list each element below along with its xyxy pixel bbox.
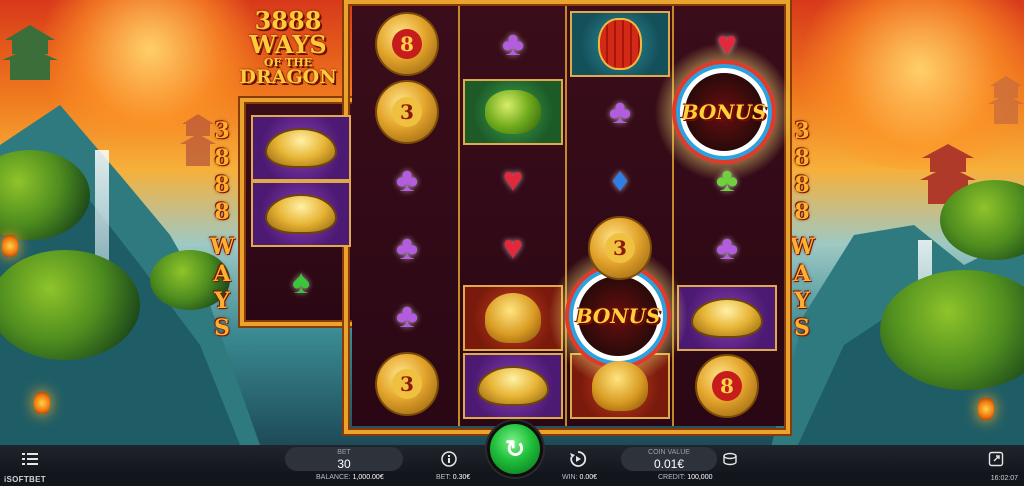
spade-icon: ♠ bbox=[291, 263, 311, 301]
total-bet-value: 0.30€ bbox=[452, 474, 471, 481]
gold-ingot-icon bbox=[477, 366, 549, 406]
gold-ingot-icon bbox=[691, 298, 763, 338]
pagoda-right-far bbox=[988, 76, 1024, 124]
bet-value: 30 bbox=[337, 457, 351, 471]
bet-display: BET: 0.30€ bbox=[436, 474, 471, 481]
menu-icon bbox=[22, 453, 38, 465]
turtle-icon bbox=[485, 293, 541, 343]
red-lantern-icon bbox=[598, 18, 642, 70]
turtle-icon bbox=[592, 361, 648, 411]
lantern bbox=[978, 398, 994, 420]
symbol-heart: ♥ bbox=[460, 146, 566, 214]
symbol-club: ♣ bbox=[674, 214, 780, 282]
club-icon: ♣ bbox=[395, 297, 419, 335]
coin-value-label: COIN VALUE bbox=[648, 449, 690, 456]
symbol-heart: ♥ bbox=[460, 214, 566, 282]
bonus-label: BONUS bbox=[681, 100, 767, 124]
symbol-coin-3: 3 bbox=[354, 350, 460, 418]
info-button[interactable] bbox=[437, 447, 461, 471]
clock: 16:02:07 bbox=[990, 475, 1018, 482]
symbol-gold-ingot bbox=[248, 114, 354, 182]
lantern bbox=[2, 235, 18, 257]
info-icon bbox=[441, 451, 457, 467]
symbol-coin-8: 8 bbox=[354, 10, 460, 78]
bet-label: BET bbox=[337, 449, 351, 456]
coin-icon: 3 bbox=[375, 80, 439, 144]
symbol-gold-ingot bbox=[460, 352, 566, 420]
logo-line-4: DRAGON bbox=[239, 66, 337, 88]
symbol-lantern bbox=[567, 10, 673, 78]
coin-icon: 3 bbox=[375, 352, 439, 416]
coin-stack-button[interactable] bbox=[718, 447, 742, 471]
club-icon: ♣ bbox=[608, 93, 632, 131]
symbol-club: ♣ bbox=[460, 10, 566, 78]
coin-stack-icon bbox=[723, 452, 737, 466]
balance-display: BALANCE: 1,000.00€ bbox=[316, 474, 384, 481]
coin-value: 0.01€ bbox=[653, 457, 685, 471]
symbol-gold-ingot bbox=[248, 180, 354, 248]
logo-line-2: WAYS bbox=[249, 30, 327, 59]
gold-ingot-icon bbox=[265, 128, 337, 168]
credit-value: 100,000 bbox=[687, 474, 713, 481]
club-icon: ♣ bbox=[395, 161, 419, 199]
symbol-spade: ♠ bbox=[248, 248, 354, 316]
win-display: WIN: 0.00€ bbox=[562, 474, 598, 481]
symbol-gold-ingot bbox=[674, 284, 780, 352]
gold-ingot-icon bbox=[265, 194, 337, 234]
club-icon: ♣ bbox=[395, 229, 419, 267]
menu-button[interactable] bbox=[18, 447, 42, 471]
autoplay-button[interactable] bbox=[566, 447, 590, 471]
club-icon: ♣ bbox=[715, 161, 739, 199]
credit-display: CREDIT: 100,000 bbox=[658, 474, 713, 481]
coin-icon: 3 bbox=[588, 216, 652, 280]
bet-selector[interactable]: BET 30 bbox=[285, 447, 403, 471]
lantern bbox=[34, 392, 50, 414]
side-text-right: 3888 WAYS bbox=[790, 118, 815, 341]
diamond-icon: ♦ bbox=[611, 161, 629, 199]
spin-icon: ↻ bbox=[504, 435, 526, 463]
bonus-label: BONUS bbox=[575, 304, 661, 328]
autoplay-icon bbox=[570, 451, 587, 467]
club-icon: ♣ bbox=[501, 25, 525, 63]
symbol-club: ♣ bbox=[354, 214, 460, 282]
pagoda-left bbox=[2, 25, 58, 80]
symbol-frog bbox=[460, 78, 566, 146]
symbol-coin-3: 3 bbox=[354, 78, 460, 146]
heart-icon: ♥ bbox=[502, 161, 524, 199]
coin-icon: 8 bbox=[375, 12, 439, 76]
heart-icon: ♥ bbox=[716, 25, 738, 63]
game-logo: 3888 WAYS OF THE DRAGON bbox=[237, 0, 339, 96]
win-value: 0.00€ bbox=[579, 474, 598, 481]
symbol-club: ♣ bbox=[354, 146, 460, 214]
symbol-bonus: BONUS bbox=[654, 42, 794, 182]
coin-icon: 8 bbox=[695, 354, 759, 418]
spin-button[interactable]: ↻ bbox=[487, 421, 543, 477]
fullscreen-icon bbox=[988, 451, 1004, 467]
heart-icon: ♥ bbox=[502, 229, 524, 267]
symbol-coin-8: 8 bbox=[674, 352, 780, 420]
fullscreen-button[interactable] bbox=[984, 447, 1008, 471]
symbol-diamond: ♦ bbox=[567, 146, 673, 214]
balance-value: 1,000.00€ bbox=[352, 474, 384, 481]
club-icon: ♣ bbox=[715, 229, 739, 267]
coin-value-selector[interactable]: COIN VALUE 0.01€ bbox=[621, 447, 717, 471]
symbol-club: ♣ bbox=[354, 282, 460, 350]
side-text-left: 3888 WAYS bbox=[210, 118, 235, 341]
brand-logo: iSOFTBET bbox=[4, 475, 46, 484]
money-frog-icon bbox=[485, 90, 541, 134]
